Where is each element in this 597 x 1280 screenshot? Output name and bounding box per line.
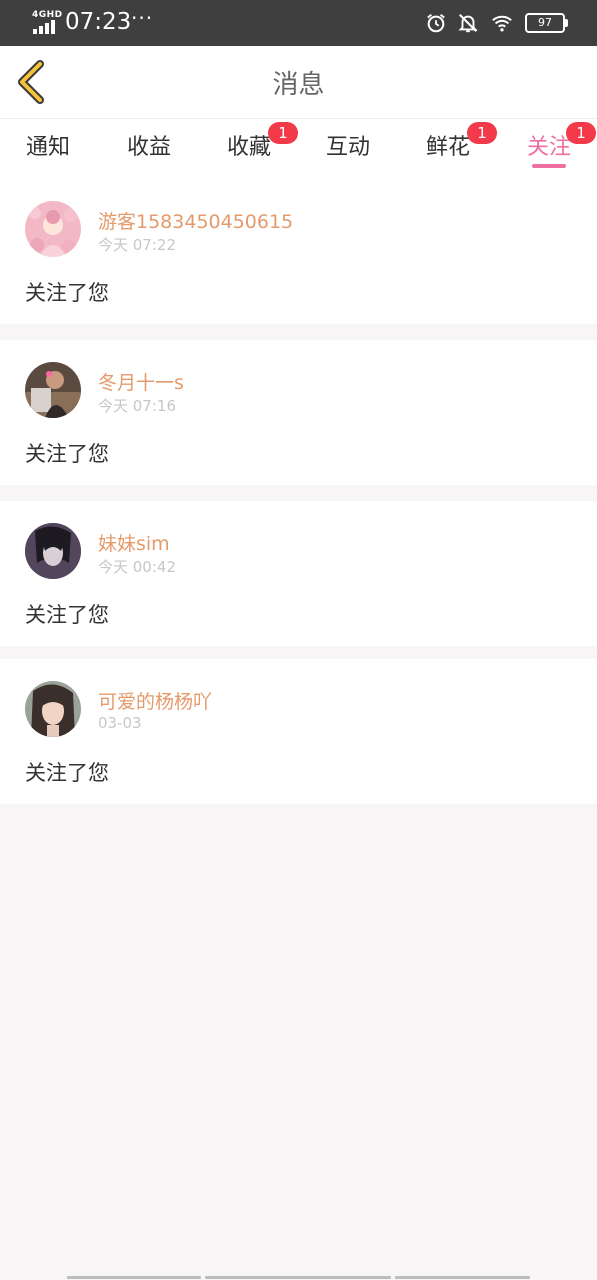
active-tab-indicator [532,164,566,168]
avatar[interactable] [25,523,81,579]
message-time: 今天 00:42 [98,558,176,576]
message-text: 关注了您 [25,761,109,785]
tab-flowers[interactable]: 鲜花 1 [398,122,498,161]
message-item[interactable]: 妹妹sim 今天 00:42 关注了您 [0,501,597,646]
tab-label: 收藏 [226,135,271,160]
status-bar: 4GHD 07:23 ··· 97 [0,0,597,46]
tab-label: 通知 [25,135,70,160]
battery-icon: 97 [525,13,568,33]
unread-badge: 1 [268,122,298,144]
tab-interactions[interactable]: 互动 [298,129,398,161]
battery-level: 97 [538,16,552,29]
message-time: 03-03 [98,714,142,732]
page-title: 消息 [272,70,325,100]
tab-follows[interactable]: 关注 1 [499,122,597,161]
message-time: 今天 07:22 [98,236,176,254]
header: 消息 [0,46,597,119]
unread-badge: 1 [467,122,497,144]
tab-label: 互动 [325,135,370,160]
alarm-icon [427,13,445,33]
message-time: 今天 07:16 [98,397,176,415]
wifi-icon [492,15,512,32]
user-name[interactable]: 妹妹sim [98,529,170,556]
more-notifications-icon: ··· [131,6,154,30]
tab-bar: 通知 收益 收藏 1 互动 鲜花 1 关注 1 [0,119,597,179]
message-text: 关注了您 [25,281,109,305]
user-name[interactable]: 游客1583450450615 [98,207,293,234]
bell-muted-icon [458,14,478,33]
signal-icon [33,20,57,34]
message-text: 关注了您 [25,442,109,466]
message-item[interactable]: 游客1583450450615 今天 07:22 关注了您 [0,179,597,324]
message-text: 关注了您 [25,603,109,627]
gesture-bar [0,1274,597,1280]
tab-label: 关注 [526,135,571,160]
tab-earnings[interactable]: 收益 [99,129,199,161]
user-name[interactable]: 冬月十一s [98,368,184,395]
tab-notifications[interactable]: 通知 [0,129,98,161]
tab-favorites[interactable]: 收藏 1 [199,122,299,161]
unread-badge: 1 [566,122,596,144]
message-item[interactable]: 冬月十一s 今天 07:16 关注了您 [0,340,597,485]
tab-label: 鲜花 [425,135,470,160]
network-type: 4GHD [32,10,63,20]
avatar[interactable] [25,201,81,257]
user-name[interactable]: 可爱的杨杨吖 [98,687,212,714]
tab-label: 收益 [126,135,171,160]
clock-time: 07:23 [65,9,132,35]
avatar[interactable] [25,681,81,737]
message-item[interactable]: 可爱的杨杨吖 03-03 关注了您 [0,659,597,804]
avatar[interactable] [25,362,81,418]
